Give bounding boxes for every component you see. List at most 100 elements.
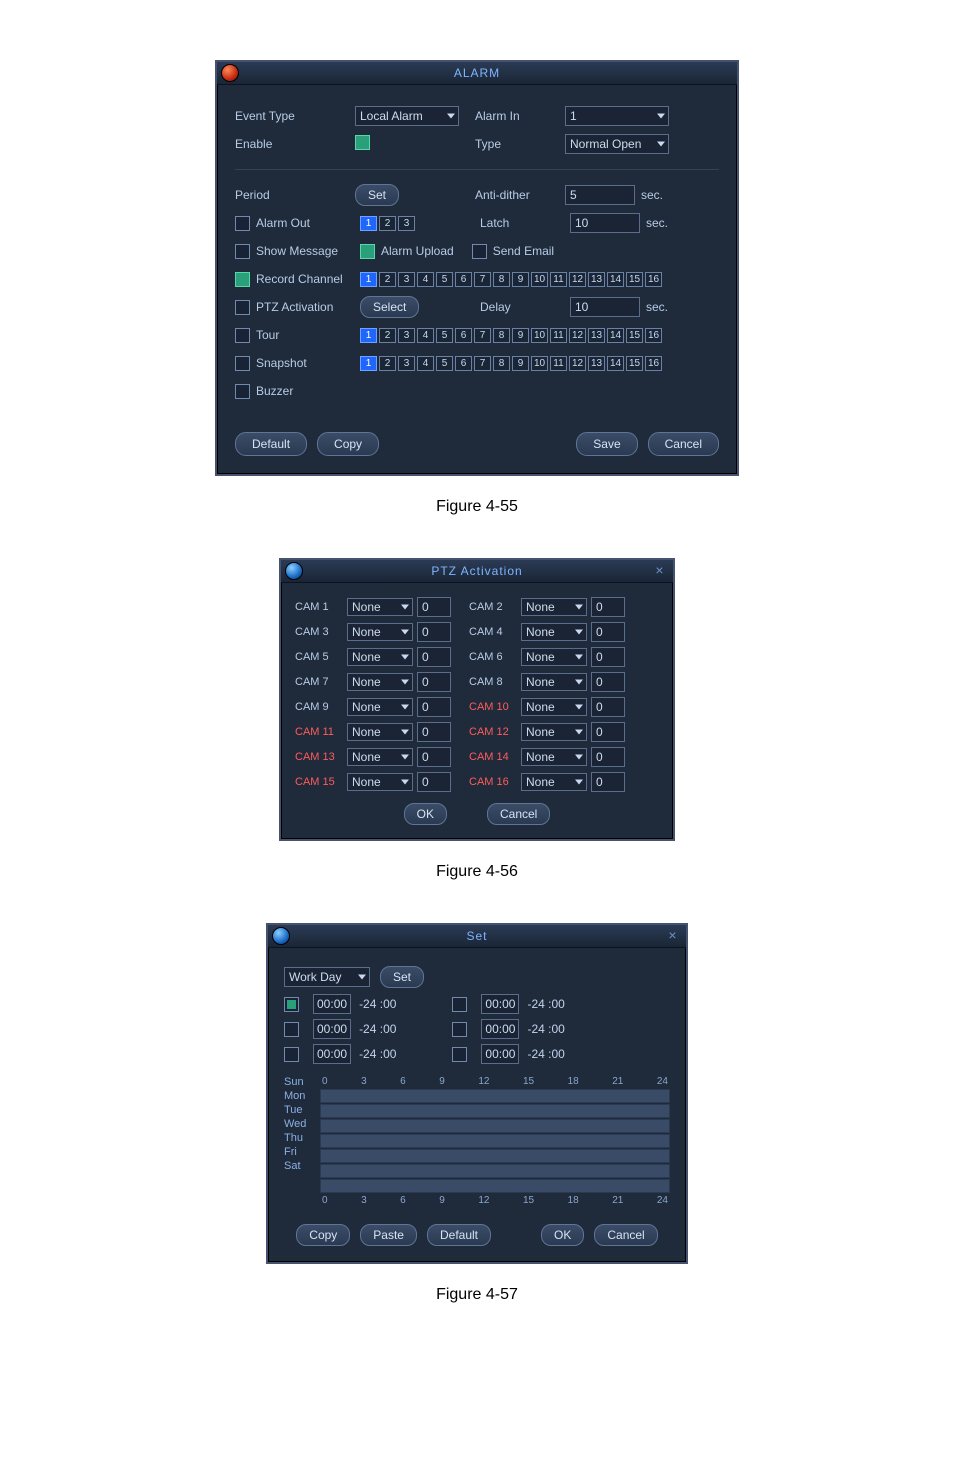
- channel-chip[interactable]: 15: [626, 328, 643, 343]
- channel-chip[interactable]: 13: [588, 356, 605, 371]
- channel-chip[interactable]: 9: [512, 356, 529, 371]
- schedule-bar[interactable]: [320, 1104, 670, 1118]
- input-ptz-preset-number[interactable]: 0: [591, 597, 625, 617]
- button-ptz-select[interactable]: Select: [360, 296, 419, 318]
- channel-chip[interactable]: 1: [360, 216, 377, 231]
- button-set-default[interactable]: Default: [427, 1224, 491, 1246]
- channel-chip[interactable]: 8: [493, 272, 510, 287]
- input-time[interactable]: 00 :00: [481, 1044, 519, 1064]
- button-set-copy[interactable]: Copy: [296, 1224, 350, 1246]
- channel-chip[interactable]: 16: [645, 272, 662, 287]
- select-ptz-preset[interactable]: None: [521, 723, 587, 741]
- button-cancel[interactable]: Cancel: [648, 432, 719, 456]
- close-icon[interactable]: ×: [666, 928, 680, 942]
- channel-chip[interactable]: 16: [645, 356, 662, 371]
- channel-chip[interactable]: 10: [531, 356, 548, 371]
- checkbox-time-range[interactable]: [284, 1022, 299, 1037]
- close-icon[interactable]: ×: [653, 563, 667, 577]
- button-default[interactable]: Default: [235, 432, 307, 456]
- checkbox-time-range[interactable]: [452, 1047, 467, 1062]
- channel-chip[interactable]: 16: [645, 328, 662, 343]
- channel-chip[interactable]: 3: [398, 272, 415, 287]
- select-ptz-preset[interactable]: None: [521, 598, 587, 616]
- channel-chip[interactable]: 11: [550, 356, 567, 371]
- select-work-day[interactable]: Work Day: [284, 967, 370, 987]
- channel-chip[interactable]: 1: [360, 356, 377, 371]
- channel-chip[interactable]: 7: [474, 328, 491, 343]
- channel-chip[interactable]: 2: [379, 328, 396, 343]
- channel-chip[interactable]: 11: [550, 328, 567, 343]
- button-save[interactable]: Save: [576, 432, 637, 456]
- input-time[interactable]: 00 :00: [313, 1044, 351, 1064]
- checkbox-record-channel[interactable]: [235, 272, 250, 287]
- select-alarm-in[interactable]: 1: [565, 106, 669, 126]
- checkbox-enable[interactable]: [355, 135, 370, 150]
- channel-chip[interactable]: 6: [455, 356, 472, 371]
- input-ptz-preset-number[interactable]: 0: [591, 772, 625, 792]
- select-type[interactable]: Normal Open: [565, 134, 669, 154]
- channel-chip[interactable]: 3: [398, 216, 415, 231]
- select-ptz-preset[interactable]: None: [521, 648, 587, 666]
- input-time[interactable]: 00 :00: [313, 1019, 351, 1039]
- input-ptz-preset-number[interactable]: 0: [417, 622, 451, 642]
- select-ptz-preset[interactable]: None: [347, 698, 413, 716]
- channel-chip[interactable]: 5: [436, 356, 453, 371]
- schedule-bar[interactable]: [320, 1134, 670, 1148]
- select-ptz-preset[interactable]: None: [347, 773, 413, 791]
- schedule-bar[interactable]: [320, 1179, 670, 1193]
- channel-chip[interactable]: 4: [417, 356, 434, 371]
- input-ptz-preset-number[interactable]: 0: [591, 697, 625, 717]
- input-ptz-preset-number[interactable]: 0: [417, 722, 451, 742]
- checkbox-time-range[interactable]: [284, 997, 299, 1012]
- checkbox-time-range[interactable]: [452, 1022, 467, 1037]
- schedule-bar[interactable]: [320, 1089, 670, 1103]
- select-ptz-preset[interactable]: None: [521, 748, 587, 766]
- input-ptz-preset-number[interactable]: 0: [417, 647, 451, 667]
- channel-chip[interactable]: 5: [436, 272, 453, 287]
- button-ptz-ok[interactable]: OK: [404, 803, 447, 825]
- checkbox-show-message[interactable]: [235, 244, 250, 259]
- input-time[interactable]: 00 :00: [313, 994, 351, 1014]
- input-latch[interactable]: 10: [570, 213, 640, 233]
- input-time[interactable]: 00 :00: [481, 1019, 519, 1039]
- channel-chip[interactable]: 8: [493, 356, 510, 371]
- checkbox-alarm-out[interactable]: [235, 216, 250, 231]
- channel-chip[interactable]: 12: [569, 328, 586, 343]
- button-set-paste[interactable]: Paste: [360, 1224, 417, 1246]
- channel-chip[interactable]: 6: [455, 272, 472, 287]
- channel-chip[interactable]: 1: [360, 272, 377, 287]
- channel-chip[interactable]: 13: [588, 328, 605, 343]
- input-ptz-preset-number[interactable]: 0: [417, 772, 451, 792]
- checkbox-alarm-upload[interactable]: [360, 244, 375, 259]
- checkbox-buzzer[interactable]: [235, 384, 250, 399]
- checkbox-time-range[interactable]: [452, 997, 467, 1012]
- channel-chip[interactable]: 2: [379, 216, 396, 231]
- channel-chip[interactable]: 15: [626, 356, 643, 371]
- select-ptz-preset[interactable]: None: [521, 623, 587, 641]
- channel-chip[interactable]: 15: [626, 272, 643, 287]
- select-ptz-preset[interactable]: None: [347, 598, 413, 616]
- select-ptz-preset[interactable]: None: [347, 748, 413, 766]
- button-period-set[interactable]: Set: [355, 184, 399, 206]
- checkbox-time-range[interactable]: [284, 1047, 299, 1062]
- input-time[interactable]: 00 :00: [481, 994, 519, 1014]
- select-event-type[interactable]: Local Alarm: [355, 106, 459, 126]
- channel-chip[interactable]: 9: [512, 272, 529, 287]
- channel-chip[interactable]: 10: [531, 272, 548, 287]
- input-ptz-preset-number[interactable]: 0: [591, 622, 625, 642]
- schedule-bar[interactable]: [320, 1164, 670, 1178]
- input-ptz-preset-number[interactable]: 0: [417, 747, 451, 767]
- channel-chip[interactable]: 4: [417, 328, 434, 343]
- schedule-bar[interactable]: [320, 1149, 670, 1163]
- channel-chip[interactable]: 11: [550, 272, 567, 287]
- channel-chip[interactable]: 13: [588, 272, 605, 287]
- channel-chip[interactable]: 9: [512, 328, 529, 343]
- channel-chip[interactable]: 2: [379, 272, 396, 287]
- select-ptz-preset[interactable]: None: [347, 648, 413, 666]
- select-ptz-preset[interactable]: None: [521, 773, 587, 791]
- channel-chip[interactable]: 14: [607, 356, 624, 371]
- checkbox-tour[interactable]: [235, 328, 250, 343]
- input-ptz-preset-number[interactable]: 0: [417, 597, 451, 617]
- input-ptz-preset-number[interactable]: 0: [591, 747, 625, 767]
- channel-chip[interactable]: 5: [436, 328, 453, 343]
